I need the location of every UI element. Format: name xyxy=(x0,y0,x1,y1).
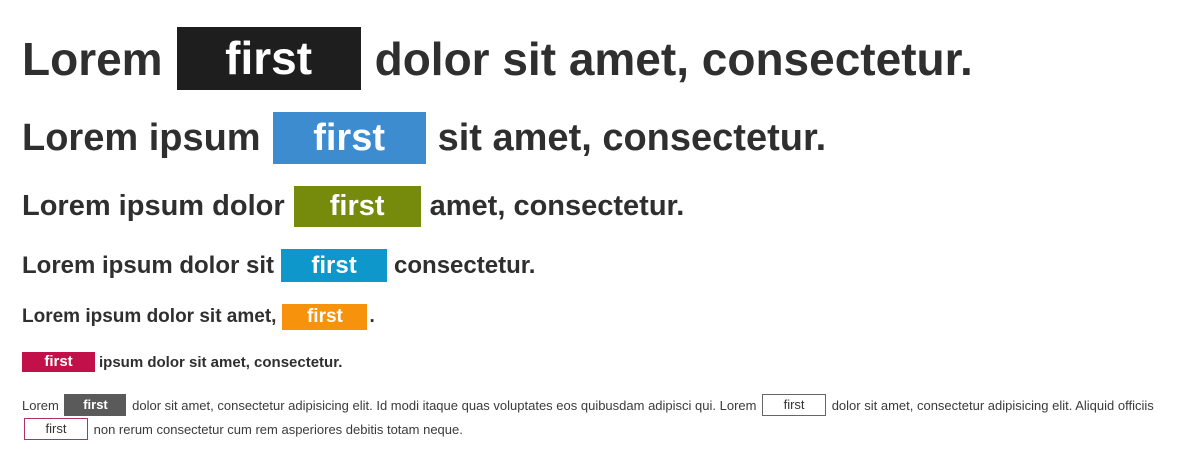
badge-blue: first xyxy=(272,112,426,164)
heading-text-after: ipsum dolor sit amet, consectetur. xyxy=(99,353,343,371)
heading-5: Lorem ipsum dolor sit amet, first . xyxy=(22,304,375,330)
heading-2: Lorem ipsum first sit amet, consectetur. xyxy=(22,112,826,164)
heading-text-after: consectetur. xyxy=(394,251,536,279)
heading-text-before: Lorem ipsum dolor sit xyxy=(22,251,275,279)
heading-text-before: Lorem ipsum dolor xyxy=(22,190,285,222)
heading-text-before: Lorem ipsum xyxy=(22,116,261,159)
badge-orange: first xyxy=(282,304,368,330)
heading-text-after: dolor sit amet, consectetur. xyxy=(374,32,973,85)
badge-dark-gray: first xyxy=(64,394,127,417)
heading-text-after: amet, consectetur. xyxy=(429,190,685,222)
paragraph-text: dolor sit amet, consectetur adipisicing … xyxy=(831,398,1154,413)
heading-3: Lorem ipsum dolor first amet, consectetu… xyxy=(22,186,684,227)
heading-text-before: Lorem ipsum dolor sit amet, xyxy=(22,306,277,327)
badge-outline: first xyxy=(762,394,827,417)
body-paragraph: Lorem first dolor sit amet, consectetur … xyxy=(22,394,1162,442)
heading-6: first ipsum dolor sit amet, consectetur. xyxy=(22,352,342,372)
heading-1: Lorem first dolor sit amet, consectetur. xyxy=(22,27,973,90)
heading-4: Lorem ipsum dolor sit first consectetur. xyxy=(22,249,535,282)
paragraph-text: non rerum consectetur cum rem asperiores… xyxy=(93,422,463,437)
badge-black: first xyxy=(176,27,361,90)
paragraph-text: dolor sit amet, consectetur adipisicing … xyxy=(132,398,757,413)
heading-text-before: Lorem xyxy=(22,32,163,85)
paragraph-text: Lorem xyxy=(22,398,59,413)
badge-outline-pink: first xyxy=(24,418,88,441)
badge-cyan: first xyxy=(281,249,388,282)
badge-crimson: first xyxy=(22,352,95,372)
heading-text-after: . xyxy=(369,306,375,327)
badge-green: first xyxy=(293,186,421,227)
heading-text-after: sit amet, consectetur. xyxy=(437,116,827,159)
